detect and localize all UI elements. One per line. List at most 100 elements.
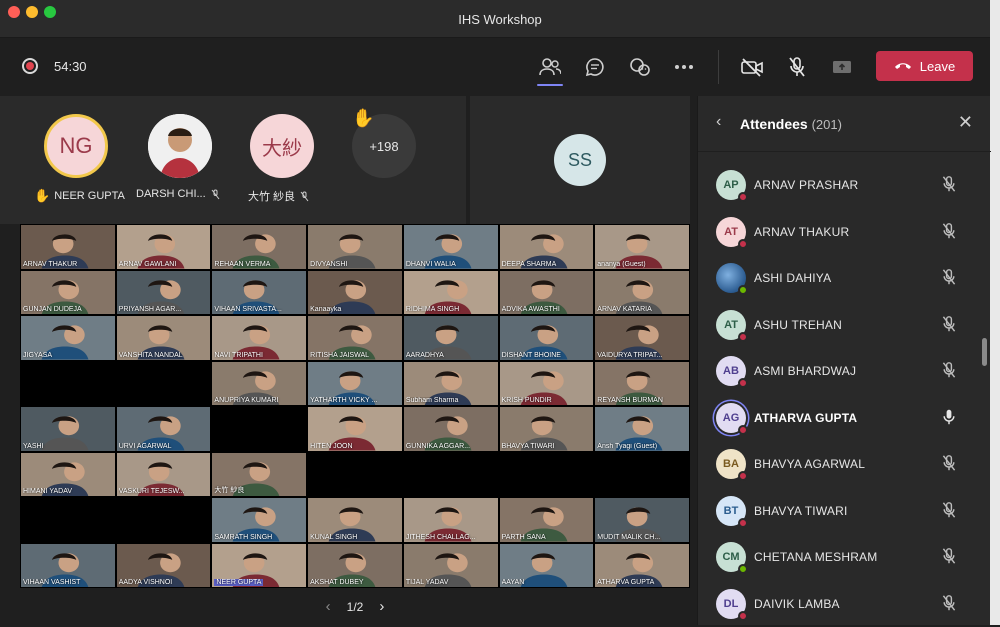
attendee-row[interactable]: AP ARNAV PRASHAR	[698, 162, 991, 208]
participant-video-tile[interactable]: NAVI TRIPATHI	[212, 316, 307, 360]
leave-button[interactable]: Leave	[876, 51, 973, 81]
overflow-count: +198	[369, 138, 399, 154]
participant-video-tile[interactable]: GUNNIKA AGGAR...	[403, 407, 498, 451]
participant-video-tile[interactable]: DISHANT BHOINE	[499, 316, 594, 360]
participant-video-tile[interactable]: VIHAAN VASHIST	[21, 543, 115, 587]
attendee-row[interactable]: BT BHAVYA TIWARI	[698, 488, 991, 534]
empty-video-tile	[499, 452, 594, 496]
participant-video-tile[interactable]: HITEN JOON	[308, 407, 402, 451]
participant-video-tile[interactable]: 大竹 紗良	[212, 452, 307, 496]
participant-video-tile[interactable]: ARNAV THAKUR	[21, 225, 115, 269]
attendee-row[interactable]: CM CHETANA MESHRAM	[698, 534, 991, 580]
participant-video-tile[interactable]: VANSHITA NANDAL	[116, 316, 211, 360]
mic-toggle-button[interactable]	[782, 52, 812, 82]
tile-name-label: ATHARVA GUPTA	[597, 579, 655, 586]
attendee-row[interactable]: AG ATHARVA GUPTA	[698, 395, 991, 441]
tile-name-label: VASKURI TEJESW...	[118, 488, 185, 495]
participant-video-tile[interactable]: JITHESH CHALLAG...	[403, 498, 498, 542]
participant-avatar-photo[interactable]	[148, 114, 212, 178]
participant-video-tile[interactable]: AAYAN	[499, 543, 594, 587]
participants-button[interactable]	[535, 52, 565, 86]
participant-video-tile[interactable]: GUNJAN DUDEJA	[21, 270, 115, 314]
participant-video-tile[interactable]: BHAVYA TIWARI	[499, 407, 594, 451]
panel-scrollbar[interactable]	[982, 338, 987, 366]
camera-toggle-button[interactable]	[737, 52, 767, 82]
attendee-avatar: CM	[716, 542, 748, 574]
participant-video-tile[interactable]: VIHAAN SRIVASTA...	[212, 270, 307, 314]
participant-video-tile[interactable]: Kanaayka	[308, 270, 402, 314]
participant-video-tile[interactable]: JIGYASA	[21, 316, 115, 360]
chat-icon	[585, 58, 604, 77]
participant-video-tile[interactable]: URVI AGARWAL	[116, 407, 211, 451]
participant-avatar[interactable]: NG	[44, 114, 108, 178]
participant-video-tile[interactable]: VAIDURYA TRIPAT...	[595, 316, 689, 360]
previous-page-button[interactable]: ‹	[326, 598, 331, 615]
chat-button[interactable]	[580, 52, 610, 82]
attendee-avatar: BA	[716, 449, 748, 481]
participant-video-tile[interactable]: RIDHIMA SINGH	[403, 270, 498, 314]
tile-name-label: ADVIKA AWASTHI	[501, 306, 560, 313]
tile-name-label: JITHESH CHALLAG...	[405, 533, 476, 541]
participant-video-tile[interactable]: ananya (Guest)	[595, 225, 689, 269]
participant-video-tile[interactable]: YASHI	[21, 407, 115, 451]
participant-video-tile[interactable]: ADVIKA AWASTHI	[499, 270, 594, 314]
participant-video-tile[interactable]: SAMRATH SINGH	[212, 498, 307, 542]
participant-video-tile[interactable]: PRIYANSH AGAR...	[116, 270, 211, 314]
attendee-avatar: BT	[716, 495, 748, 528]
share-screen-button[interactable]	[827, 52, 857, 82]
more-actions-button[interactable]	[669, 52, 699, 82]
window-title: IHS Workshop	[458, 12, 542, 27]
participant-video-tile[interactable]: HIMANI YADAV	[21, 452, 115, 496]
participant-video-tile[interactable]: Subham Sharma	[403, 361, 498, 405]
empty-video-tile	[308, 452, 402, 496]
back-chevron-icon[interactable]: ‹	[716, 113, 721, 131]
participant-video-tile[interactable]: Ansh Tyagi (Guest)	[595, 407, 689, 451]
tile-name-label: AKSHAT DUBEY	[310, 579, 364, 586]
next-page-button[interactable]: ›	[379, 598, 384, 615]
attendee-row[interactable]: DL DAIVIK LAMBA	[698, 581, 991, 627]
tile-name-label: ARNAV GAWLANI	[118, 260, 177, 268]
participant-video-tile[interactable]: ARNAV GAWLANI	[116, 225, 211, 269]
participant-video-tile[interactable]: REHAAN VERMA	[212, 225, 307, 269]
participant-video-tile[interactable]: DIVYANSHI	[308, 225, 402, 269]
participant-video-tile[interactable]: ATHARVA GUPTA	[595, 543, 689, 587]
participant-video-tile[interactable]: TIJAL YADAV	[403, 543, 498, 587]
participant-video-tile[interactable]: PARTH SANA	[499, 498, 594, 542]
attendee-initials: CM	[722, 551, 740, 563]
participant-video-tile[interactable]: RITISHA JAISWAL	[308, 316, 402, 360]
attendee-row[interactable]: AT ARNAV THAKUR	[698, 209, 991, 255]
tile-name-label: REHAAN VERMA	[214, 260, 271, 268]
mic-off-icon	[941, 594, 957, 617]
attendee-row[interactable]: ASHI DAHIYA	[698, 255, 991, 301]
attendee-row[interactable]: BA BHAVYA AGARWAL	[698, 441, 991, 487]
participant-avatar[interactable]: 大紗	[250, 114, 314, 178]
participant-video-tile[interactable]: MUDIT MALIK CH...	[595, 498, 689, 542]
participant-video-tile[interactable]: DEEPA SHARMA	[499, 225, 594, 269]
spotlight-tile[interactable]: SS	[470, 96, 690, 224]
tile-name-label: PRIYANSH AGAR...	[118, 306, 182, 313]
spotlight-avatar: SS	[554, 134, 606, 186]
tile-name-label: YASHI	[23, 442, 44, 450]
participant-video-tile[interactable]: ANUPRIYA KUMARI	[212, 361, 307, 405]
attendee-initials: AP	[723, 179, 739, 191]
participant-video-tile[interactable]: KUNAL SINGH	[308, 498, 402, 542]
participant-video-tile[interactable]: KRISH PUNDIR	[499, 361, 594, 405]
attendees-panel: ‹ Attendees (201) ✕ AP ARNAV PRASHAR AT ARN…	[697, 96, 991, 627]
tile-name-label: KRISH PUNDIR	[501, 397, 552, 404]
participant-video-tile[interactable]: REYANSH BURMAN	[595, 361, 689, 405]
participant-video-tile[interactable]: ARNAV KATARIA	[595, 270, 689, 314]
participant-video-tile[interactable]: YATHARTH VICKY ...	[308, 361, 402, 405]
reactions-button[interactable]	[625, 52, 655, 82]
tile-name-label: SAMRATH SINGH	[214, 533, 273, 541]
attendee-row[interactable]: AT ASHU TREHAN	[698, 302, 991, 348]
attendee-row[interactable]: AB ASMI BHARDWAJ	[698, 348, 991, 394]
participant-video-tile[interactable]: DHANVI WALIA	[403, 225, 498, 269]
participant-video-tile[interactable]: AKSHAT DUBEY	[308, 543, 402, 587]
participant-video-tile[interactable]: AARADHYA	[403, 316, 498, 360]
close-icon[interactable]: ✕	[958, 112, 973, 133]
participant-video-tile[interactable]: VASKURI TEJESW...	[116, 452, 211, 496]
tile-name-label: RIDHIMA SINGH	[405, 306, 460, 313]
participant-video-tile[interactable]: AADYA VISHNOI	[116, 543, 211, 587]
attendee-initials: AT	[724, 318, 738, 331]
participant-video-tile[interactable]: NEER GUPTA	[212, 543, 307, 587]
